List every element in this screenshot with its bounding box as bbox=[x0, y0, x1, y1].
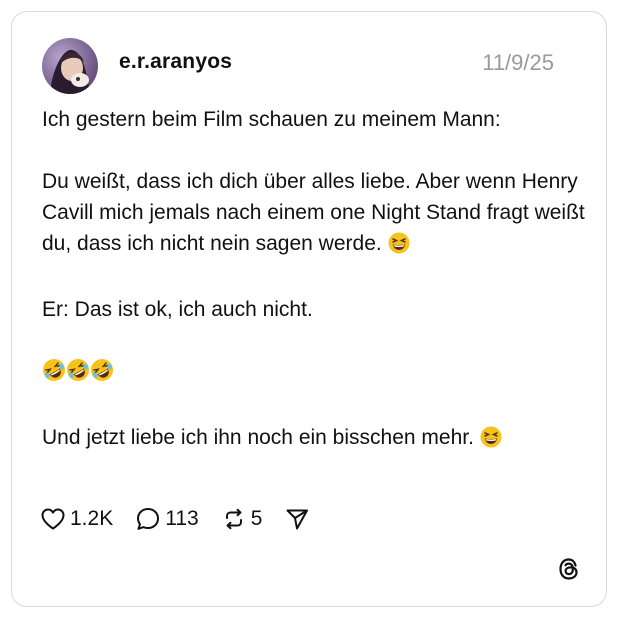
repost-button[interactable]: 5 bbox=[221, 506, 263, 532]
share-button[interactable] bbox=[284, 506, 310, 532]
post-line-2-text: Du weißt, dass ich dich über alles liebe… bbox=[42, 170, 585, 255]
post-date: 11/9/25 bbox=[482, 50, 554, 75]
post-body: Ich gestern beim Film schauen zu meinem … bbox=[42, 104, 587, 457]
threads-logo-icon[interactable] bbox=[556, 556, 582, 582]
emoji-row bbox=[42, 356, 587, 391]
post-line-4: Und jetzt liebe ich ihn noch ein bissche… bbox=[42, 422, 587, 457]
post-line-1: Ich gestern beim Film schauen zu meinem … bbox=[42, 108, 501, 131]
grinning-squinting-face-icon bbox=[480, 426, 502, 457]
username[interactable]: e.r.aranyos bbox=[119, 50, 232, 74]
rolling-on-the-floor-laughing-icon bbox=[42, 358, 66, 391]
grinning-squinting-face-icon bbox=[388, 232, 410, 263]
heart-icon bbox=[40, 507, 66, 531]
post-line-4-text: Und jetzt liebe ich ihn noch ein bissche… bbox=[42, 426, 474, 449]
send-icon bbox=[284, 506, 310, 532]
comment-bubble-icon bbox=[135, 506, 161, 532]
comment-count: 113 bbox=[165, 507, 199, 530]
comment-button[interactable]: 113 bbox=[135, 506, 199, 532]
like-count: 1.2K bbox=[70, 507, 114, 530]
rolling-on-the-floor-laughing-icon bbox=[90, 358, 114, 391]
post-line-3: Er: Das ist ok, ich auch nicht. bbox=[42, 298, 313, 321]
post-line-2: Du weißt, dass ich dich über alles liebe… bbox=[42, 166, 587, 263]
like-button[interactable]: 1.2K bbox=[40, 507, 113, 531]
avatar[interactable] bbox=[42, 38, 98, 94]
post-card: e.r.aranyos 11/9/25 Ich gestern beim Fil… bbox=[11, 11, 607, 607]
repost-icon bbox=[221, 506, 247, 532]
repost-count: 5 bbox=[250, 507, 263, 530]
rolling-on-the-floor-laughing-icon bbox=[66, 358, 90, 391]
action-bar: 1.2K 113 5 bbox=[40, 504, 332, 534]
